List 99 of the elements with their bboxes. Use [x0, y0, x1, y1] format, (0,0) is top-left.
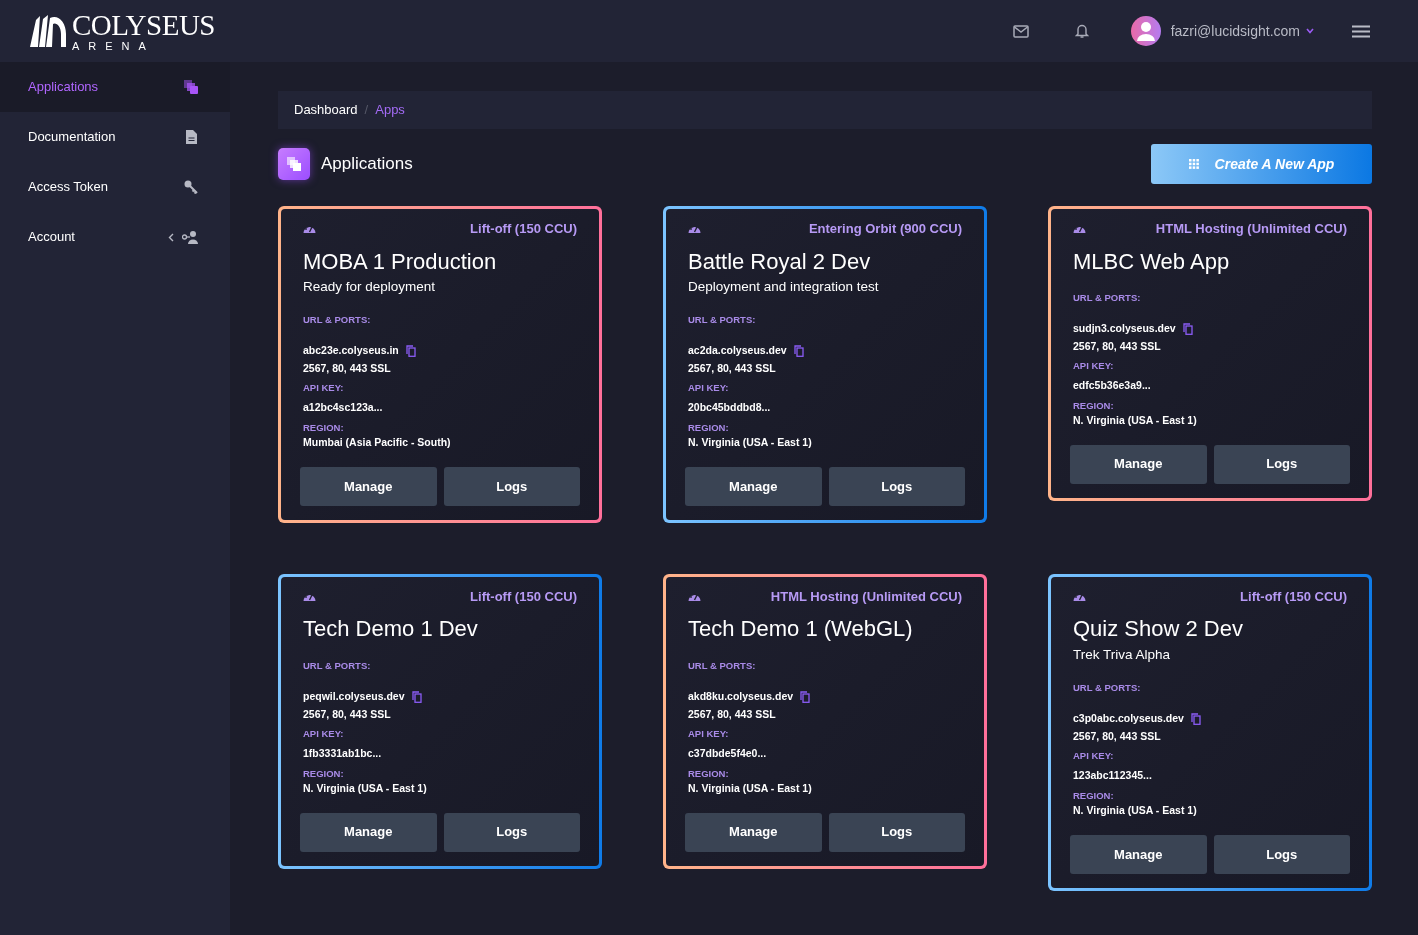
section-label: URL & PORTS: — [688, 658, 757, 673]
api-key-text: edfc5b36e3a9... — [1073, 377, 1152, 393]
section-label: REGION: — [688, 420, 730, 435]
manage-button[interactable]: Manage — [1070, 834, 1207, 874]
manage-button[interactable]: Manage — [300, 466, 437, 506]
grid-icon — [1188, 159, 1199, 169]
section-label: API KEY: — [303, 380, 345, 395]
api-key-text: c37dbde5f4e0... — [688, 745, 768, 761]
app-description: Deployment and integration test — [688, 277, 880, 296]
manage-button[interactable]: Manage — [1070, 444, 1207, 484]
document-icon — [184, 130, 198, 144]
brand-subtitle: ARENA — [72, 40, 156, 52]
copy-icon — [184, 80, 198, 94]
ports-text: 2567, 80, 443 SSL — [303, 706, 392, 722]
app-name: Quiz Show 2 Dev — [1073, 616, 1244, 643]
page-title: Applications — [321, 153, 413, 176]
region-text: N. Virginia (USA - East 1) — [303, 780, 428, 796]
logs-button[interactable]: Logs — [828, 812, 965, 852]
manage-button[interactable]: Manage — [685, 812, 822, 852]
chevron-icon[interactable] — [168, 232, 174, 242]
section-label: API KEY: — [1073, 748, 1115, 763]
url-text: sudjn3.colyseus.dev — [1073, 321, 1176, 337]
url-text: akd8ku.colyseus.dev — [688, 689, 794, 705]
app-description: Ready for deployment — [303, 277, 437, 296]
section-label: API KEY: — [1073, 358, 1115, 373]
plan-label: Lift-off (150 CCU) — [470, 220, 577, 238]
ports-text: 2567, 80, 443 SSL — [303, 361, 392, 377]
region-text: N. Virginia (USA - East 1) — [688, 435, 813, 451]
sidebar-item[interactable]: Account — [0, 212, 230, 262]
mail-icon[interactable] — [1012, 24, 1029, 38]
section-label: REGION: — [303, 420, 345, 435]
copy-icon[interactable] — [800, 690, 811, 703]
url-text: ac2da.colyseus.dev — [688, 343, 787, 359]
ports-text: 2567, 80, 443 SSL — [1073, 338, 1162, 354]
section-label: REGION: — [303, 766, 345, 781]
plan-label: HTML Hosting (Unlimited CCU) — [770, 587, 962, 606]
section-label: API KEY: — [303, 726, 345, 741]
url-text: peqwil.colyseus.dev — [303, 689, 405, 705]
applications-icon — [278, 148, 310, 180]
copy-icon[interactable] — [405, 345, 416, 358]
section-label: REGION: — [1073, 398, 1115, 413]
copy-icon[interactable] — [793, 345, 804, 358]
caret-icon[interactable] — [1306, 28, 1314, 34]
copy-icon[interactable] — [1190, 713, 1201, 726]
section-label: URL & PORTS: — [1073, 681, 1142, 696]
ports-text: 2567, 80, 443 SSL — [1073, 729, 1162, 745]
logs-button[interactable]: Logs — [1213, 834, 1350, 874]
manage-button[interactable]: Manage — [300, 812, 437, 852]
manage-button[interactable]: Manage — [685, 466, 822, 506]
region-text: N. Virginia (USA - East 1) — [1073, 412, 1198, 428]
sidebar-item[interactable]: Access Token — [0, 162, 230, 212]
logs-button[interactable]: Logs — [443, 812, 580, 852]
app-description: Trek Triva Alpha — [1073, 645, 1172, 664]
app-name: Tech Demo 1 Dev — [303, 616, 479, 643]
user-email[interactable]: fazri@lucidsight.com — [1170, 20, 1300, 42]
copy-icon[interactable] — [411, 690, 422, 703]
logs-button[interactable]: Logs — [828, 466, 965, 506]
plan-label: Entering Orbit (900 CCU) — [808, 220, 962, 238]
section-label: REGION: — [688, 766, 730, 781]
brand-name: COLYSEUS — [72, 10, 215, 40]
ports-text: 2567, 80, 443 SSL — [688, 706, 777, 722]
logs-button[interactable]: Logs — [1213, 444, 1350, 484]
api-key-text: 123abc112345... — [1073, 768, 1153, 784]
section-label: URL & PORTS: — [303, 658, 372, 673]
logs-button[interactable]: Logs — [443, 466, 580, 506]
section-label: URL & PORTS: — [1073, 290, 1142, 305]
avatar-icon[interactable] — [1130, 16, 1161, 46]
region-text: N. Virginia (USA - East 1) — [1073, 803, 1198, 819]
key-icon — [184, 180, 198, 194]
breadcrumb-separator: / — [364, 101, 369, 120]
region-text: N. Virginia (USA - East 1) — [688, 780, 813, 796]
plan-label: HTML Hosting (Unlimited CCU) — [1155, 220, 1347, 238]
app-name: MLBC Web App — [1073, 248, 1231, 275]
plan-label: Lift-off (150 CCU) — [470, 587, 577, 606]
app-name: Tech Demo 1 (WebGL) — [688, 616, 914, 643]
api-key-text: a12bc4sc123a... — [303, 400, 384, 416]
copy-icon[interactable] — [1182, 323, 1193, 335]
api-key-text: 20bc45bddbd8... — [688, 400, 772, 416]
sidebar-item[interactable]: Documentation — [0, 112, 230, 162]
section-label: API KEY: — [688, 726, 730, 741]
section-label: REGION: — [1073, 788, 1115, 803]
section-label: API KEY: — [688, 380, 730, 395]
arena-logo-icon — [28, 14, 68, 48]
region-text: Mumbai (Asia Pacific - South) — [303, 435, 452, 451]
sidebar-item[interactable]: Applications — [0, 62, 230, 112]
section-label: URL & PORTS: — [688, 313, 757, 328]
api-key-text: 1fb3331ab1bc... — [303, 745, 383, 761]
user-key-icon — [182, 230, 198, 244]
app-name: Battle Royal 2 Dev — [688, 248, 872, 275]
menu-icon[interactable] — [1352, 24, 1370, 38]
breadcrumb-link[interactable]: Apps — [375, 100, 405, 120]
url-text: abc23e.colyseus.in — [303, 343, 399, 359]
url-text: c3p0abc.colyseus.dev — [1073, 711, 1184, 727]
breadcrumb-link[interactable]: Dashboard — [294, 100, 358, 120]
bell-icon[interactable] — [1074, 23, 1089, 39]
ports-text: 2567, 80, 443 SSL — [688, 361, 777, 377]
app-name: MOBA 1 Production — [303, 248, 498, 275]
section-label: URL & PORTS: — [303, 313, 372, 328]
plan-label: Lift-off (150 CCU) — [1240, 587, 1347, 606]
